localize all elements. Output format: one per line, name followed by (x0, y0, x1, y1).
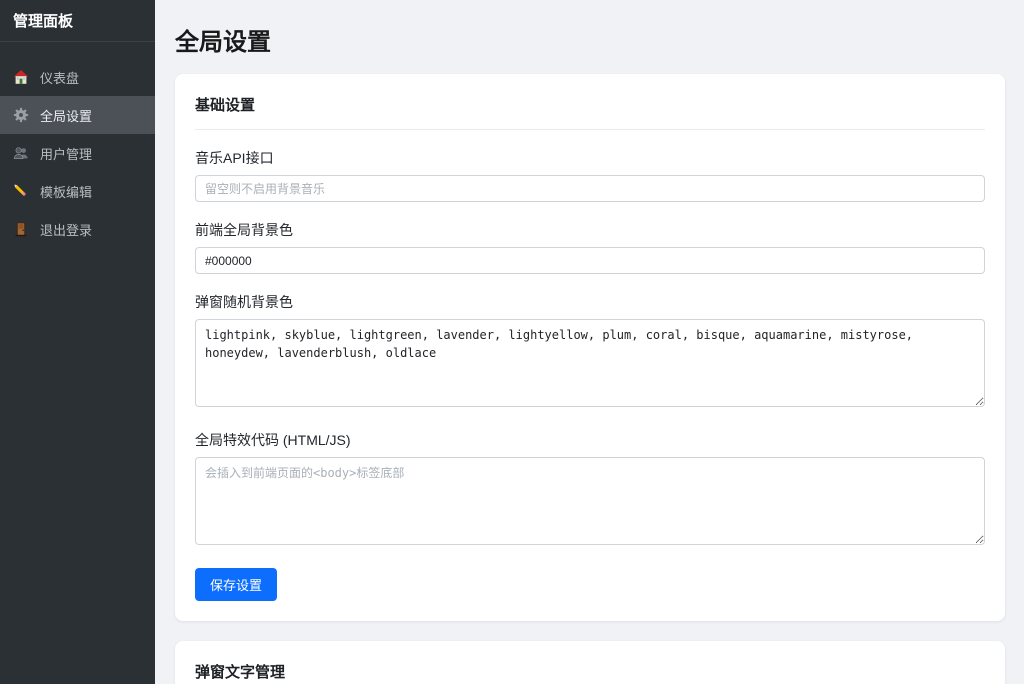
home-icon (13, 69, 29, 85)
door-icon (13, 221, 29, 237)
bg-color-label: 前端全局背景色 (195, 222, 293, 238)
popup-colors-textarea[interactable]: lightpink, skyblue, lightgreen, lavender… (195, 319, 985, 407)
popup-text-card: 弹窗文字管理 添加 (175, 641, 1005, 684)
sidebar-item-label: 全局设置 (40, 108, 93, 124)
sidebar-title: 管理面板 (0, 0, 155, 42)
sidebar: 管理面板 仪表盘 全局设置 用户管理 模板编辑 退出登录 (0, 0, 155, 684)
gear-icon (13, 107, 29, 123)
music-api-group: 音乐API接口 (195, 148, 985, 202)
popup-colors-label: 弹窗随机背景色 (195, 294, 293, 310)
pencil-icon (13, 183, 29, 199)
save-button-row: 保存设置 (195, 568, 985, 601)
sidebar-nav: 仪表盘 全局设置 用户管理 模板编辑 退出登录 (0, 42, 155, 248)
effect-code-textarea[interactable] (195, 457, 985, 545)
sidebar-item-logout[interactable]: 退出登录 (0, 210, 155, 248)
music-api-label: 音乐API接口 (195, 150, 274, 166)
main-content: 全局设置 基础设置 音乐API接口 前端全局背景色 弹窗随机背景色 lightp… (155, 0, 1024, 684)
effect-code-label: 全局特效代码 (HTML/JS) (195, 432, 351, 448)
page-title: 全局设置 (175, 29, 271, 56)
music-api-input[interactable] (195, 175, 985, 202)
save-settings-button[interactable]: 保存设置 (195, 568, 278, 601)
sidebar-item-label: 仪表盘 (40, 70, 80, 86)
sidebar-item-dashboard[interactable]: 仪表盘 (0, 58, 155, 96)
popup-text-card-title: 弹窗文字管理 (195, 661, 985, 684)
sidebar-item-global-settings[interactable]: 全局设置 (0, 96, 155, 134)
sidebar-item-label: 用户管理 (40, 146, 93, 162)
sidebar-item-template-edit[interactable]: 模板编辑 (0, 172, 155, 210)
effect-code-group: 全局特效代码 (HTML/JS) (195, 430, 985, 550)
popup-colors-group: 弹窗随机背景色 lightpink, skyblue, lightgreen, … (195, 292, 985, 412)
bg-color-input[interactable] (195, 247, 985, 274)
basic-settings-card: 基础设置 音乐API接口 前端全局背景色 弹窗随机背景色 lightpink, … (175, 74, 1005, 621)
sidebar-item-user-management[interactable]: 用户管理 (0, 134, 155, 172)
basic-settings-card-title: 基础设置 (195, 94, 985, 130)
sidebar-item-label: 模板编辑 (40, 184, 93, 200)
bg-color-group: 前端全局背景色 (195, 220, 985, 274)
sidebar-item-label: 退出登录 (40, 222, 93, 238)
users-icon (13, 145, 29, 161)
